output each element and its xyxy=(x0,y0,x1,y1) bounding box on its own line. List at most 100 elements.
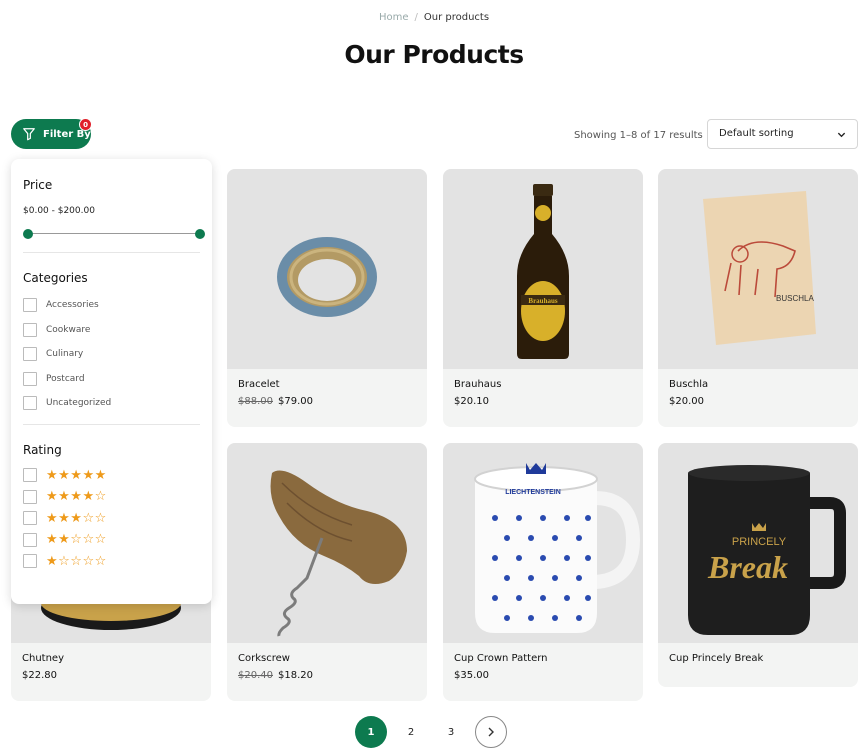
category-label: Postcard xyxy=(46,373,85,384)
category-item-uncategorized[interactable]: Uncategorized xyxy=(23,391,200,416)
product-name[interactable]: Bracelet xyxy=(238,379,416,390)
price-slider-min-handle[interactable] xyxy=(23,229,33,239)
product-current-price: $20.00 xyxy=(669,396,704,407)
star-icons: ★★★☆☆ xyxy=(46,510,107,526)
product-card[interactable]: PRINCELY Break Cup Princely Break xyxy=(658,443,858,687)
checkbox[interactable] xyxy=(23,322,37,337)
chevron-down-icon xyxy=(837,132,846,138)
checkbox[interactable] xyxy=(23,554,37,569)
pagination: 1 2 3 xyxy=(355,716,515,748)
break-mug-image: PRINCELY Break xyxy=(688,465,846,635)
product-current-price: $79.00 xyxy=(278,396,313,407)
checkbox[interactable] xyxy=(23,371,37,386)
filter-count-badge: 0 xyxy=(79,118,92,131)
product-image[interactable]: Brauhaus xyxy=(443,169,643,369)
product-card[interactable]: Corkscrew $20.40 $18.20 xyxy=(227,443,427,701)
checkbox[interactable] xyxy=(23,347,37,362)
price-filter-section: Price $0.00 - $200.00 xyxy=(23,178,205,253)
product-price: $22.80 xyxy=(22,670,200,681)
price-range-slider[interactable] xyxy=(23,228,205,240)
breadcrumb: Home / Our products xyxy=(0,12,868,23)
rating-row-1[interactable]: ★☆☆☆☆ xyxy=(23,551,200,573)
product-name[interactable]: Chutney xyxy=(22,653,200,664)
category-label: Cookware xyxy=(46,324,91,335)
postcard-image: BUSCHLA xyxy=(703,191,816,345)
price-filter-heading: Price xyxy=(23,178,53,192)
result-count: Showing 1–8 of 17 results xyxy=(574,130,703,141)
rating-row-5[interactable]: ★★★★★ xyxy=(23,465,200,487)
page-2-button[interactable]: 2 xyxy=(395,716,427,748)
product-name[interactable]: Brauhaus xyxy=(454,379,632,390)
next-page-button[interactable] xyxy=(475,716,507,748)
mug-break-top-text: PRINCELY xyxy=(732,536,787,548)
product-price: $20.40 $18.20 xyxy=(238,670,416,681)
funnel-icon xyxy=(23,128,35,141)
product-old-price: $20.40 xyxy=(238,670,273,681)
rating-row-4[interactable]: ★★★★☆ xyxy=(23,486,200,508)
product-image[interactable]: BUSCHLA xyxy=(658,169,858,369)
rating-filter-heading: Rating xyxy=(23,442,62,457)
product-card[interactable]: Brauhaus Brauhaus $20.10 xyxy=(443,169,643,427)
rating-row-3[interactable]: ★★★☆☆ xyxy=(23,508,200,530)
category-item-accessories[interactable]: Accessories xyxy=(23,293,200,318)
category-item-postcard[interactable]: Postcard xyxy=(23,367,200,392)
sorting-selected-value: Default sorting xyxy=(719,128,794,139)
product-current-price: $35.00 xyxy=(454,670,489,681)
breadcrumb-separator: / xyxy=(414,12,418,23)
page-title: Our Products xyxy=(344,40,524,69)
product-image[interactable] xyxy=(227,443,427,643)
product-name[interactable]: Buschla xyxy=(669,379,847,390)
product-card[interactable]: LIECHTENSTEIN Cup Crown Pattern $35.00 xyxy=(443,443,643,701)
buschla-label-text: BUSCHLA xyxy=(776,294,814,303)
page-1-button[interactable]: 1 xyxy=(355,716,387,748)
checkbox[interactable] xyxy=(23,298,37,313)
checkbox[interactable] xyxy=(23,511,37,526)
bracelet-image xyxy=(277,237,377,317)
product-card[interactable]: BUSCHLA Buschla $20.00 xyxy=(658,169,858,427)
breadcrumb-home-link[interactable]: Home xyxy=(379,12,409,23)
checkbox[interactable] xyxy=(23,468,37,483)
category-label: Accessories xyxy=(46,300,99,311)
price-slider-max-handle[interactable] xyxy=(195,229,205,239)
chevron-right-icon xyxy=(488,727,494,737)
product-current-price: $22.80 xyxy=(22,670,57,681)
checkbox[interactable] xyxy=(23,532,37,547)
category-label: Uncategorized xyxy=(46,398,112,409)
mug-break-main-text: Break xyxy=(707,549,788,585)
product-old-price: $88.00 xyxy=(238,396,273,407)
mug-crown-label-text: LIECHTENSTEIN xyxy=(505,489,561,496)
breadcrumb-current: Our products xyxy=(423,12,490,23)
product-name[interactable]: Cup Crown Pattern xyxy=(454,653,632,664)
product-current-price: $18.20 xyxy=(278,670,313,681)
product-current-price: $20.10 xyxy=(454,396,489,407)
product-image[interactable]: PRINCELY Break xyxy=(658,443,858,643)
category-label: Culinary xyxy=(46,349,84,360)
categories-filter-section: Categories Accessories Cookware Culinary… xyxy=(23,271,200,425)
product-name[interactable]: Corkscrew xyxy=(238,653,416,664)
product-image[interactable]: LIECHTENSTEIN xyxy=(443,443,643,643)
filter-by-button[interactable]: Filter By 0 xyxy=(11,118,92,149)
corkscrew-image xyxy=(270,470,407,637)
category-item-culinary[interactable]: Culinary xyxy=(23,342,200,367)
star-icons: ★☆☆☆☆ xyxy=(46,553,107,569)
star-icons: ★★☆☆☆ xyxy=(46,532,107,548)
filter-panel: Price $0.00 - $200.00 Categories Accesso… xyxy=(11,159,212,604)
product-name[interactable]: Cup Princely Break xyxy=(669,653,847,664)
star-icons: ★★★★☆ xyxy=(46,489,107,505)
category-item-cookware[interactable]: Cookware xyxy=(23,318,200,343)
categories-filter-heading: Categories xyxy=(23,271,88,285)
product-image[interactable] xyxy=(227,169,427,369)
rating-row-2[interactable]: ★★☆☆☆ xyxy=(23,529,200,551)
product-price: $88.00 $79.00 xyxy=(238,396,416,407)
beer-bottle-image: Brauhaus xyxy=(517,184,569,359)
product-price: $20.10 xyxy=(454,396,632,407)
checkbox[interactable] xyxy=(23,396,37,411)
price-range-text: $0.00 - $200.00 xyxy=(23,206,95,216)
product-price: $35.00 xyxy=(454,670,632,681)
page-3-button[interactable]: 3 xyxy=(435,716,467,748)
rating-filter-section: Rating ★★★★★ ★★★★☆ ★★★☆☆ ★★☆☆☆ ★☆☆☆☆ xyxy=(23,443,200,573)
checkbox[interactable] xyxy=(23,489,37,504)
sorting-select[interactable]: Default sorting xyxy=(707,119,858,149)
product-card[interactable]: Bracelet $88.00 $79.00 xyxy=(227,169,427,427)
brauhaus-label-text: Brauhaus xyxy=(528,297,557,305)
